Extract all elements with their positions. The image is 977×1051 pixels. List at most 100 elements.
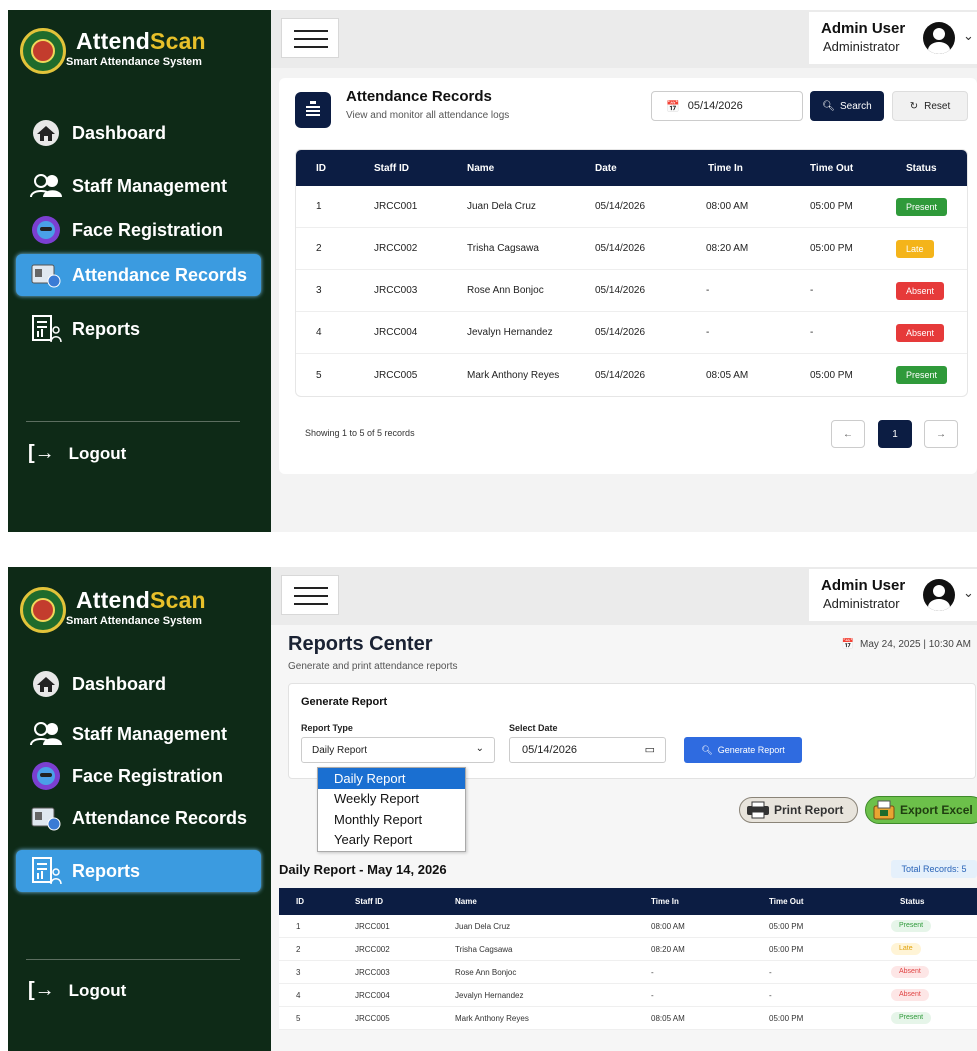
print-report-button[interactable]: Print Report [739, 797, 858, 823]
dropdown-option-yearly[interactable]: Yearly Report [318, 830, 465, 851]
brand-subtitle: Smart Attendance System [66, 615, 202, 627]
table-cell: Juan Dela Cruz [455, 921, 511, 931]
search-button[interactable]: 🔍︎ Search [810, 91, 884, 121]
sidebar-divider [26, 959, 240, 960]
table-row: 5 JRCC005 Mark Anthony Reyes 08:05 AM 05:00 … [279, 1007, 977, 1030]
sidebar-item-reports[interactable]: Reports [16, 850, 261, 892]
dropdown-option-daily[interactable]: Daily Report [318, 768, 465, 789]
sidebar-item-face-registration[interactable]: Face Registration [16, 209, 261, 251]
avatar-icon [923, 22, 955, 54]
table-cell: - [769, 967, 772, 977]
report-type-select[interactable]: Daily Report ⌄ [301, 737, 495, 763]
table-cell: 05:00 PM [810, 201, 853, 212]
sidebar-item-dashboard[interactable]: Dashboard [16, 112, 261, 154]
dropdown-option-monthly[interactable]: Monthly Report [318, 809, 465, 830]
sidebar-item-label: Reports [72, 318, 141, 339]
table-cell: - [651, 990, 654, 1000]
menu-toggle-button[interactable] [281, 18, 339, 58]
calendar-icon: 📅 [666, 100, 680, 113]
chevron-down-icon: ⌄ [963, 585, 974, 600]
table-row: 3 JRCC003 Rose Ann Bonjoc 05/14/2026 - - Absen… [296, 270, 967, 312]
generate-report-button-label: Generate Report [717, 745, 785, 755]
refresh-icon: ↻ [909, 100, 919, 112]
table-cell: 08:05 AM [651, 1013, 685, 1023]
excel-icon [872, 800, 896, 823]
table-cell: 05/14/2026 [595, 285, 646, 296]
brand-name: AttendScan [76, 28, 206, 54]
report-icon [28, 314, 64, 344]
report-type-dropdown: Daily Report Weekly Report Monthly Repor… [317, 767, 466, 852]
generate-report-button[interactable]: 🔍︎ Generate Report [684, 737, 802, 763]
table-cell: JRCC001 [374, 201, 418, 212]
logout-label: Logout [68, 980, 127, 1000]
select-date-label: Select Date [509, 723, 558, 733]
table-cell: - [706, 327, 710, 338]
page-title: Attendance Records [346, 88, 492, 105]
date-filter-value: 05/14/2026 [687, 100, 743, 112]
table-cell: 3 [316, 285, 322, 296]
table-cell: 08:20 AM [706, 243, 749, 254]
users-icon [28, 171, 64, 201]
sidebar-item-attendance-records[interactable]: Attendance Records [16, 797, 261, 839]
dropdown-option-weekly[interactable]: Weekly Report [318, 789, 465, 810]
menu-toggle-button[interactable] [281, 575, 339, 615]
brand-logo-icon [20, 587, 66, 633]
status-badge: Absent [896, 281, 945, 300]
user-menu[interactable]: Admin User Administrator ⌄ [809, 12, 977, 64]
reset-button[interactable]: ↻ Reset [892, 91, 968, 121]
search-icon: 🔍︎ [822, 100, 835, 112]
brand-subtitle: Smart Attendance System [66, 56, 202, 68]
select-date-input[interactable]: 05/14/2026 ▭ [509, 737, 666, 763]
brand-name: AttendScan [76, 587, 206, 613]
sidebar-item-label: Dashboard [72, 122, 167, 143]
table-row: 1 JRCC001 Juan Dela Cruz 05/14/2026 08:00 AM… [296, 186, 967, 228]
prev-page-button[interactable]: ← [831, 420, 865, 448]
sidebar-item-label: Attendance Records [72, 807, 248, 828]
brand: AttendScan Smart Attendance System [20, 28, 206, 74]
table-cell: Trisha Cagsawa [455, 944, 513, 954]
column-header: Status [900, 897, 925, 906]
logout-icon: [→ [28, 979, 55, 1001]
table-row: 4 JRCC004 Jevalyn Hernandez - - Absent [279, 984, 977, 1007]
column-header: Staff ID [355, 897, 383, 906]
logout-icon: [→ [28, 442, 55, 464]
table-cell: 08:05 AM [706, 369, 749, 381]
date-filter-input[interactable]: 📅 05/14/2026 [651, 91, 803, 121]
brand: AttendScan Smart Attendance System [20, 587, 206, 633]
records-count: Showing 1 to 5 of 5 records [305, 428, 415, 438]
page-1-button[interactable]: 1 [878, 420, 912, 448]
table-cell: Trisha Cagsawa [467, 243, 539, 254]
search-icon: 🔍︎ [701, 744, 713, 755]
table-cell: JRCC005 [374, 369, 418, 381]
table-cell: 4 [296, 990, 301, 1000]
table-cell: 08:00 AM [651, 921, 685, 931]
table-cell: - [810, 285, 814, 296]
table-cell: - [706, 285, 710, 296]
logout-button[interactable]: [→ Logout [28, 442, 126, 465]
table-cell: 05/14/2026 [595, 327, 646, 338]
sidebar-item-staff-management[interactable]: Staff Management [16, 165, 261, 207]
sidebar-item-staff-management[interactable]: Staff Management [16, 713, 261, 755]
sidebar-item-attendance-records[interactable]: Attendance Records [16, 254, 261, 296]
sidebar-item-label: Face Registration [72, 219, 224, 240]
next-page-button[interactable]: → [924, 420, 958, 448]
chevron-down-icon: ⌄ [963, 28, 974, 43]
sidebar-item-reports[interactable]: Reports [16, 308, 261, 350]
home-icon [28, 118, 64, 148]
users-icon [28, 719, 64, 749]
column-header: Time In [651, 897, 679, 906]
sidebar-item-label: Attendance Records [72, 264, 248, 285]
logout-button[interactable]: [→ Logout [28, 979, 126, 1002]
sidebar-item-dashboard[interactable]: Dashboard [16, 663, 261, 705]
sidebar-item-face-registration[interactable]: Face Registration [16, 755, 261, 797]
topbar: Admin User Administrator ⌄ [271, 10, 977, 68]
export-excel-button[interactable]: Export Excel [865, 796, 977, 824]
table-cell: 2 [296, 944, 301, 954]
status-badge: Absent [891, 966, 929, 978]
attendance-icon [28, 260, 64, 290]
user-menu[interactable]: Admin User Administrator ⌄ [809, 569, 977, 621]
table-cell: JRCC003 [355, 967, 390, 977]
table-cell: JRCC003 [374, 285, 418, 296]
table-header: ID Staff ID Name Date Time In Time Out S… [296, 150, 967, 186]
table-cell: - [769, 990, 772, 1000]
